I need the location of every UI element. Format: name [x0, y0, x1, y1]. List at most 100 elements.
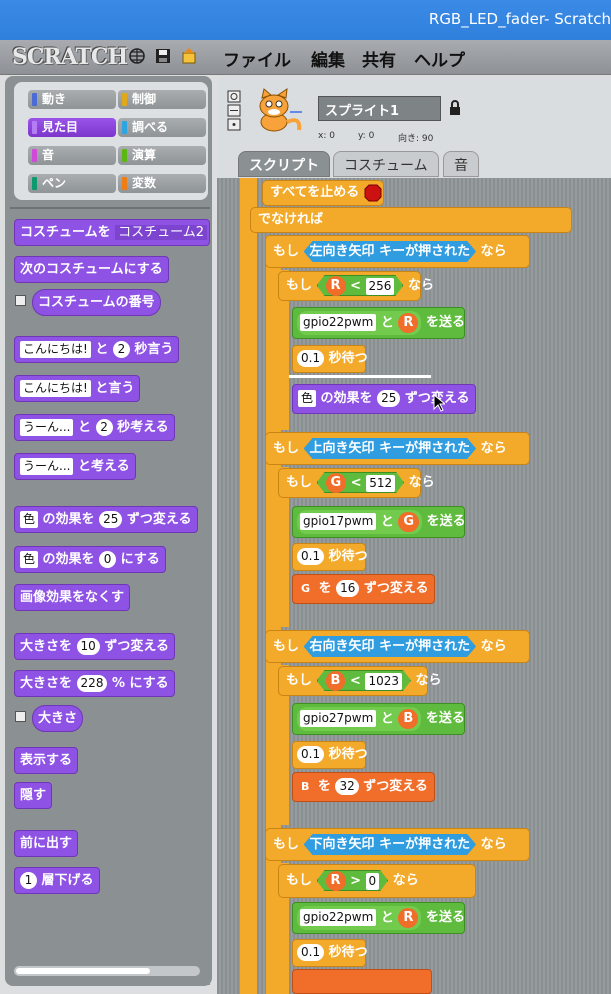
- limit-input[interactable]: 512: [366, 475, 395, 492]
- wait-block[interactable]: 0.1 秒待つ: [292, 543, 368, 571]
- gpio-name-input[interactable]: gpio27pwm: [300, 710, 377, 727]
- join-operator[interactable]: gpio27pwm と B: [297, 706, 422, 731]
- say-text-input[interactable]: こんにちは!: [20, 341, 91, 358]
- var-r-reporter[interactable]: R: [326, 871, 346, 891]
- block-change-effect[interactable]: 色 の効果を 25 ずつ変える: [14, 506, 198, 533]
- key-pressed-sensor[interactable]: 左向き矢印 キーが押された: [304, 241, 477, 262]
- block-say-for-secs[interactable]: こんにちは! と 2 秒言う: [14, 336, 180, 363]
- size-set-input[interactable]: 228: [76, 675, 108, 692]
- change-value-input[interactable]: 16: [336, 580, 360, 597]
- limit-input[interactable]: 256: [366, 278, 395, 295]
- effect-value-input[interactable]: 25: [99, 511, 123, 528]
- wait-secs-input[interactable]: 0.1: [297, 548, 325, 565]
- wait-block[interactable]: 0.1 秒待つ: [292, 939, 368, 967]
- category-operators[interactable]: 演算: [118, 146, 206, 165]
- change-g-block[interactable]: G を 16 ずつ変える: [292, 574, 435, 604]
- stop-all-block[interactable]: すべてを止める: [262, 180, 384, 206]
- var-r-reporter[interactable]: R: [326, 276, 346, 296]
- var-r-reporter[interactable]: R: [398, 907, 419, 928]
- key-pressed-sensor[interactable]: 下向き矢印 キーが押された: [304, 834, 477, 855]
- effect-dropdown[interactable]: 色: [298, 390, 317, 407]
- menu-help[interactable]: ヘルプ: [414, 46, 465, 71]
- if-r-limit-block[interactable]: もし R < 256 なら: [278, 271, 434, 301]
- tab-sounds[interactable]: 音: [443, 151, 479, 177]
- if-r-zero-block[interactable]: もし R > 0 なら: [278, 864, 476, 898]
- costume-number-checkbox[interactable]: [15, 295, 26, 306]
- block-go-front[interactable]: 前に出す: [14, 830, 79, 857]
- wait-block[interactable]: 0.1 秒待つ: [292, 345, 368, 373]
- limit-input[interactable]: 1023: [365, 673, 402, 690]
- variable-dropdown[interactable]: B: [297, 777, 314, 796]
- effect-dropdown[interactable]: 色: [20, 511, 39, 528]
- var-b-reporter[interactable]: B: [326, 671, 346, 691]
- wait-block[interactable]: 0.1 秒待つ: [292, 741, 368, 769]
- category-sound[interactable]: 音: [28, 146, 116, 165]
- var-r-reporter[interactable]: R: [398, 312, 419, 333]
- join-operator[interactable]: gpio22pwm と R: [297, 905, 422, 930]
- send-gpio27-block[interactable]: gpio27pwm と B を送る: [292, 703, 465, 735]
- block-next-costume[interactable]: 次のコスチュームにする: [14, 256, 169, 283]
- globe-icon[interactable]: [128, 47, 146, 65]
- lt-operator[interactable]: G < 512: [317, 472, 405, 493]
- key-dropdown[interactable]: 上向き矢印: [310, 441, 375, 456]
- if-down-key-block[interactable]: もし 下向き矢印 キーが押された なら: [265, 828, 530, 861]
- block-go-back[interactable]: 1 層下げる: [14, 867, 100, 894]
- say-text-input[interactable]: こんにちは!: [20, 380, 91, 397]
- save-icon[interactable]: [154, 47, 172, 65]
- send-gpio17-block[interactable]: gpio17pwm と G を送る: [292, 506, 466, 538]
- menu-file[interactable]: ファイル: [223, 46, 291, 71]
- block-set-size[interactable]: 大きさを 228 % にする: [14, 670, 175, 697]
- think-secs-input[interactable]: 2: [95, 419, 113, 436]
- size-change-input[interactable]: 10: [76, 638, 100, 655]
- if-left-key-block[interactable]: もし 左向き矢印 キーが押された なら: [265, 235, 530, 268]
- key-pressed-sensor[interactable]: 右向き矢印 キーが押された: [304, 636, 477, 657]
- category-variables[interactable]: 変数: [118, 174, 206, 193]
- block-size-reporter[interactable]: 大きさ: [32, 705, 84, 732]
- menu-share[interactable]: 共有: [362, 46, 396, 71]
- join-operator[interactable]: gpio17pwm と G: [297, 509, 423, 534]
- lt-operator[interactable]: B < 1023: [317, 670, 411, 691]
- block-change-size[interactable]: 大きさを 10 ずつ変える: [14, 633, 175, 660]
- block-hide[interactable]: 隠す: [14, 782, 53, 809]
- category-motion[interactable]: 動き: [28, 90, 116, 109]
- lt-operator[interactable]: R < 256: [317, 275, 404, 296]
- think-text-input[interactable]: うーん...: [20, 458, 74, 475]
- block-set-effect[interactable]: 色 の効果を 0 にする: [14, 546, 166, 573]
- send-gpio22-block[interactable]: gpio22pwm と R を送る: [292, 902, 465, 934]
- limit-input[interactable]: 0: [366, 873, 380, 890]
- block-switch-costume[interactable]: コスチュームを コスチューム2: [14, 219, 210, 246]
- wait-secs-input[interactable]: 0.1: [297, 350, 325, 367]
- effect-dropdown[interactable]: 色: [20, 551, 39, 568]
- tab-scripts[interactable]: スクリプト: [238, 151, 330, 177]
- key-dropdown[interactable]: 右向き矢印: [310, 639, 375, 654]
- join-operator[interactable]: gpio22pwm と R: [297, 310, 422, 335]
- change-r-block-partial[interactable]: [292, 969, 432, 994]
- if-right-key-block[interactable]: もし 右向き矢印 キーが押された なら: [265, 630, 530, 663]
- block-say[interactable]: こんにちは! と言う: [14, 375, 141, 402]
- send-gpio22-block[interactable]: gpio22pwm と R を送る: [292, 307, 465, 339]
- if-b-limit-block[interactable]: もし B < 1023 なら: [278, 666, 442, 696]
- gt-operator[interactable]: R > 0: [317, 870, 389, 891]
- rotation-style-icons[interactable]: [227, 90, 241, 132]
- effect-value-input[interactable]: 25: [377, 390, 401, 407]
- share-icon[interactable]: [180, 47, 198, 65]
- category-sensing[interactable]: 調べる: [118, 118, 206, 137]
- block-think[interactable]: うーん... と考える: [14, 453, 136, 480]
- costume-dropdown[interactable]: コスチューム2: [115, 225, 208, 240]
- category-control[interactable]: 制御: [118, 90, 206, 109]
- category-pen[interactable]: ペン: [28, 174, 116, 193]
- wait-secs-input[interactable]: 0.1: [297, 746, 325, 763]
- think-text-input[interactable]: うーん...: [20, 419, 74, 436]
- tab-costumes[interactable]: コスチューム: [333, 151, 439, 177]
- wait-secs-input[interactable]: 0.1: [297, 944, 325, 961]
- gpio-name-input[interactable]: gpio22pwm: [300, 314, 377, 331]
- scrollbar-thumb[interactable]: [16, 968, 150, 974]
- block-show[interactable]: 表示する: [14, 747, 79, 774]
- lock-icon[interactable]: [449, 100, 461, 116]
- palette-scrollbar[interactable]: [14, 966, 200, 976]
- block-costume-number[interactable]: コスチュームの番号: [32, 289, 161, 316]
- change-value-input[interactable]: 32: [335, 778, 359, 795]
- key-dropdown[interactable]: 下向き矢印: [310, 837, 375, 852]
- var-g-reporter[interactable]: G: [326, 473, 347, 493]
- effect-value-input[interactable]: 0: [99, 551, 117, 568]
